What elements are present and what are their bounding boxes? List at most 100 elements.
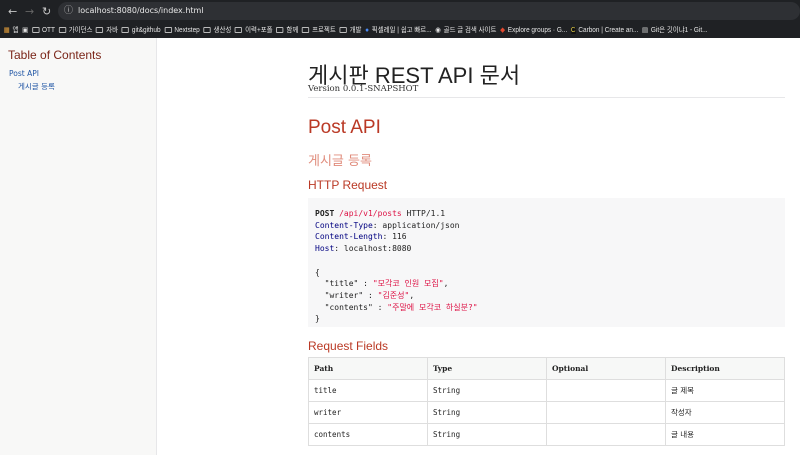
carbon-icon: C [570, 26, 576, 34]
forward-icon[interactable]: → [25, 3, 34, 19]
bookmark-label: OTT [42, 26, 55, 34]
bookmark-label: git&github [131, 26, 161, 34]
json-value: "모각코 인원 모집" [372, 279, 444, 289]
back-icon[interactable]: ← [8, 3, 17, 19]
bookmarks-bar: ▦ 앱 ▣ OTT 가이던스 자바 git&github Nextstep 생산성… [0, 22, 800, 38]
http-request-code: POST /api/v1/posts HTTP/1.1 Content-Type… [308, 198, 785, 327]
bookmark-folder[interactable]: git&github [121, 26, 161, 34]
toc-title: Table of Contents [8, 48, 102, 62]
site-info-icon[interactable]: ⓘ [64, 2, 73, 20]
bookmark-folder[interactable]: 가이던스 [58, 25, 93, 35]
json-key: "writer" [324, 290, 364, 300]
table-row: writer String 작성자 [308, 401, 785, 424]
column-header: Description [665, 357, 785, 380]
bookmark-link[interactable]: ● 픽셀레일 | 쉽고 빠르... [365, 25, 431, 35]
chrome-icon: ● [365, 26, 370, 34]
bookmark-label: 생산성 [213, 27, 232, 34]
header-value: : application/json [372, 220, 460, 230]
http-request-heading: HTTP Request [308, 178, 388, 192]
bookmark-label: 프로젝트 [312, 27, 336, 34]
folder-icon [164, 27, 172, 33]
url-text: localhost:8080/docs/index.html [78, 6, 204, 15]
column-header: Path [308, 357, 428, 380]
cell-optional [546, 379, 666, 402]
folder-icon [276, 27, 284, 33]
json-key: "title" [324, 279, 359, 289]
toc-link-create-post[interactable]: 게시글 등록 [18, 81, 55, 92]
section-title: Post API [308, 117, 381, 138]
header-value: : 116 [382, 232, 407, 242]
cell-type: String [427, 423, 547, 446]
folder-icon [203, 27, 211, 33]
bookmark-label: 자바 [106, 27, 119, 34]
toc-link-post-api[interactable]: Post API [9, 69, 39, 78]
bookmark-label: 함께 [286, 27, 299, 34]
folder-icon [339, 27, 347, 33]
bookmark-link[interactable]: C Carbon | Create an... [570, 26, 639, 34]
cell-type: String [427, 379, 547, 402]
cell-description: 글 내용 [665, 423, 785, 446]
cell-type: String [427, 401, 547, 424]
comma: , [443, 279, 449, 289]
bookmark-folder[interactable]: Nextstep [164, 27, 200, 34]
header-name: Content-Type [315, 220, 373, 230]
cell-optional [546, 423, 666, 446]
bookmark-label: Explore groups · G... [507, 26, 568, 34]
bookmark-folder[interactable]: 프로젝트 [301, 25, 336, 35]
cell-optional [546, 401, 666, 424]
bookmark-folder[interactable]: 개발 [339, 25, 361, 35]
folder-icon [58, 27, 66, 33]
column-header: Type [427, 357, 547, 380]
bookmark-label: 개발 [349, 27, 362, 34]
cell-path: title [308, 379, 428, 402]
request-fields-table: Path Type Optional Description title Str… [308, 357, 785, 446]
divider [308, 97, 785, 98]
bookmark-link[interactable]: ◉ 골드 글 검색 사이트 [435, 25, 496, 35]
bookmark-label: 이력+포폴 [245, 27, 273, 34]
address-bar[interactable]: ⓘ localhost:8080/docs/index.html [58, 2, 800, 20]
bookmark-apps[interactable]: ▦ 앱 [4, 25, 19, 35]
subsection-title: 게시글 등록 [308, 154, 372, 169]
bookmark-folder[interactable]: 자바 [96, 25, 118, 35]
grid-icon[interactable]: ▣ [22, 26, 28, 34]
bookmark-folder[interactable]: 생산성 [203, 25, 231, 35]
site-icon: ◉ [435, 27, 441, 34]
bookmark-label: 픽셀레일 | 쉽고 빠르... [371, 27, 432, 34]
bookmark-folder[interactable]: 함께 [276, 25, 298, 35]
method: POST [315, 209, 335, 218]
bookmark-folder[interactable]: OTT [31, 26, 55, 34]
doc-icon: ▤ [642, 27, 649, 34]
reload-icon[interactable]: ↻ [42, 3, 51, 19]
bookmark-label: 앱 [12, 27, 19, 34]
bookmark-link[interactable]: ◆ Explore groups · G... [500, 26, 568, 35]
table-header-row: Path Type Optional Description [308, 357, 785, 380]
toc-sidebar: Table of Contents Post API 게시글 등록 [0, 38, 157, 455]
table-row: contents String 글 내용 [308, 423, 785, 446]
bookmark-label: 가이던스 [68, 27, 93, 34]
header-value: : localhost:8080 [334, 244, 412, 254]
version-label: Version 0.0.1-SNAPSHOT [308, 84, 419, 94]
folder-icon [96, 27, 104, 33]
bookmark-label: Carbon | Create an... [578, 26, 639, 34]
table-row: title String 글 제목 [308, 379, 785, 402]
cell-path: writer [308, 401, 428, 424]
cell-path: contents [308, 423, 428, 446]
folder-icon [31, 27, 40, 33]
bookmark-label: 골드 글 검색 사이트 [443, 27, 497, 34]
protocol: HTTP/1.1 [406, 209, 446, 218]
folder-icon [235, 27, 243, 33]
column-header: Optional [546, 357, 666, 380]
browser-chrome: ← → ↻ ⓘ localhost:8080/docs/index.html ▦ 앱… [0, 0, 800, 38]
json-value: "김준성" [377, 290, 410, 300]
bookmark-link[interactable]: ▤ Git은 깃이냐1 - Git... [642, 25, 707, 35]
path: /api/v1/posts [339, 209, 402, 218]
cell-description: 글 제목 [665, 379, 785, 402]
bookmark-label: Nextstep [174, 26, 200, 34]
folder-icon [301, 27, 310, 33]
cell-description: 작성자 [665, 401, 785, 424]
bookmark-folder[interactable]: 이력+포폴 [235, 25, 273, 35]
comma: , [409, 290, 415, 300]
folder-icon [121, 27, 130, 33]
header-name: Content-Length [315, 232, 383, 242]
request-fields-heading: Request Fields [308, 339, 389, 353]
